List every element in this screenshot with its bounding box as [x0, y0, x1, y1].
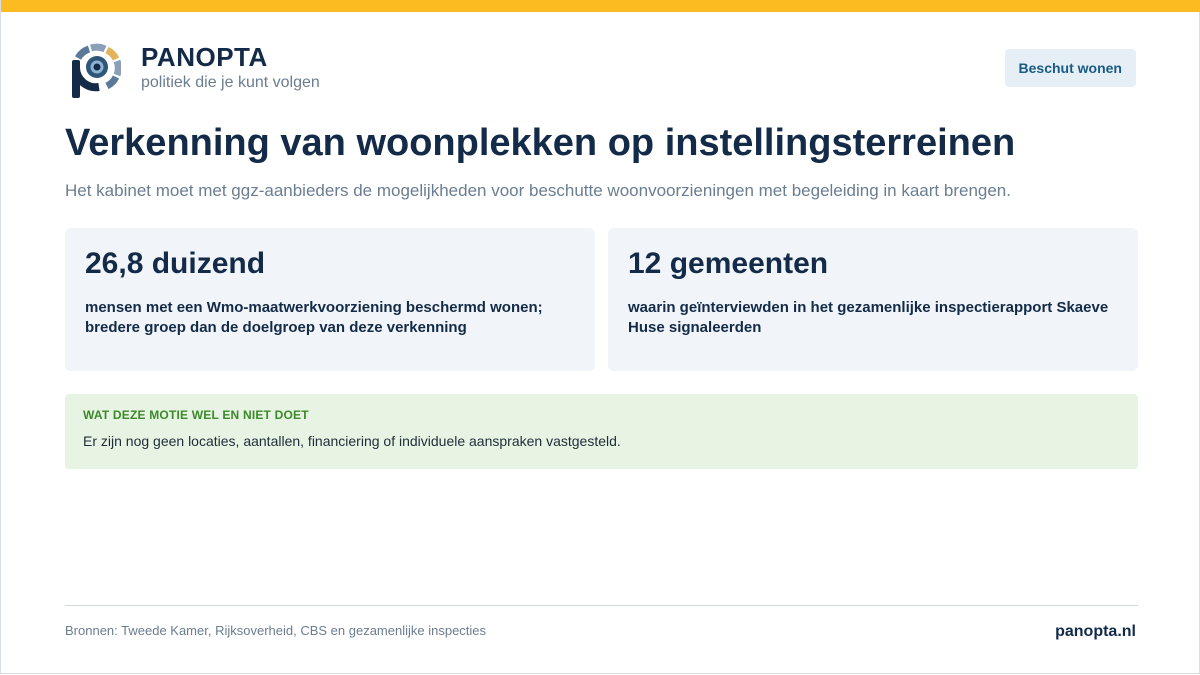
stat-card: 26,8 duizend mensen met een Wmo-maatwerk… [65, 228, 595, 371]
stat-value: 12 gemeenten [628, 247, 829, 280]
page-subtitle: Het kabinet moet met ggz-aanbieders de m… [65, 181, 1011, 200]
sources-text: Bronnen: Tweede Kamer, Rijksoverheid, CB… [65, 623, 487, 638]
stat-label: waarin geïnterviewden in het gezamenlijk… [628, 299, 1109, 336]
footer-divider [65, 605, 1138, 606]
panopta-eye-logo-icon [72, 43, 121, 98]
note-heading: WAT DEZE MOTIE WEL EN NIET DOET [83, 408, 309, 422]
accent-top-bar [1, 0, 1200, 12]
stat-value: 26,8 duizend [85, 247, 266, 280]
page-frame: PANOPTA politiek die je kunt volgen Besc… [0, 0, 1200, 674]
page-title: Verkenning van woonplekken op instelling… [65, 122, 1016, 164]
stat-card: 12 gemeenten waarin geïnterviewden in he… [608, 228, 1138, 371]
note-text: Er zijn nog geen locaties, aantallen, fi… [83, 433, 621, 449]
brand-name: PANOPTA [141, 42, 268, 72]
topic-button[interactable]: Beschut wonen [1004, 49, 1136, 87]
motion-note-box: WAT DEZE MOTIE WEL EN NIET DOET Er zijn … [65, 394, 1138, 469]
stat-label: mensen met een Wmo-maatwerkvoorziening b… [85, 299, 543, 336]
site-link[interactable]: panopta.nl [1055, 623, 1136, 641]
brand-tagline: politiek die je kunt volgen [141, 74, 320, 91]
brand[interactable]: PANOPTA politiek die je kunt volgen [69, 40, 320, 100]
